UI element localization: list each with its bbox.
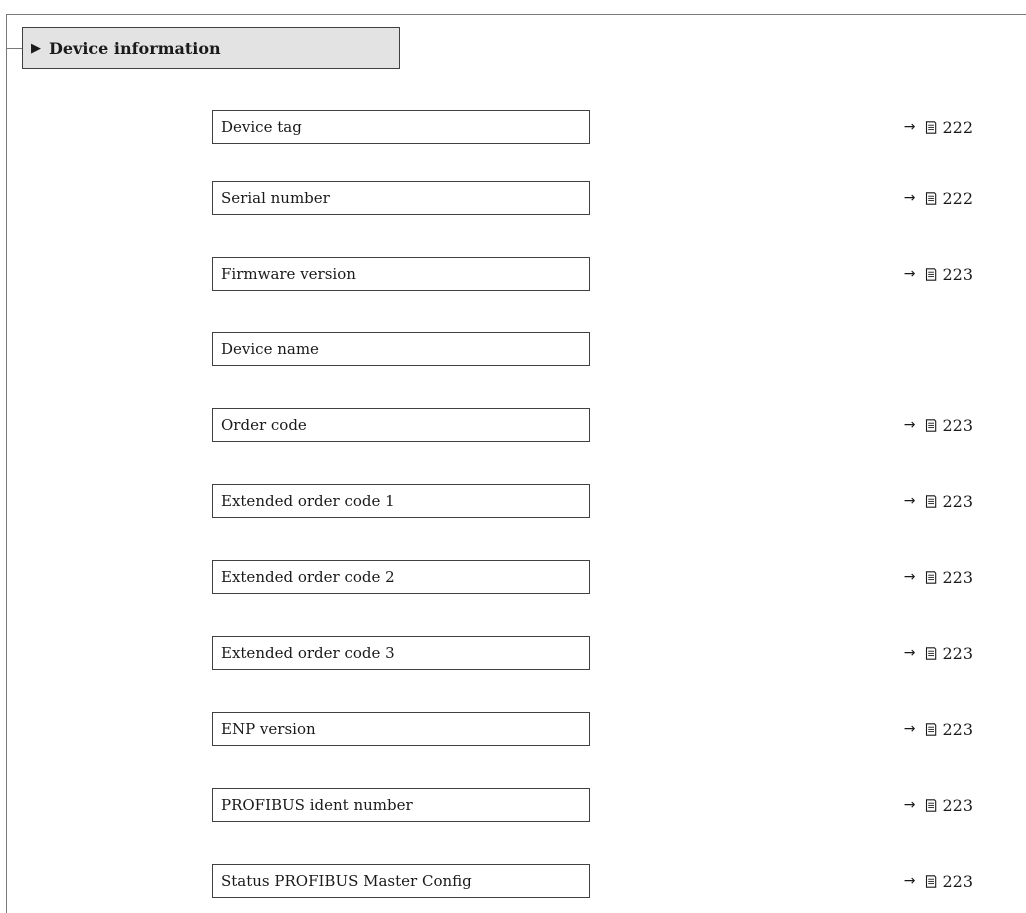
arrow-right-icon: →: [903, 119, 916, 135]
page-number: 223: [942, 264, 973, 284]
book-page-icon: [926, 191, 937, 205]
arrow-right-icon: →: [903, 493, 916, 509]
parameter-box[interactable]: Status PROFIBUS Master Config: [212, 864, 590, 898]
page-reference-link[interactable]: → 223: [904, 636, 973, 670]
page-number: 223: [942, 415, 973, 435]
header-connector-line: [7, 48, 22, 49]
parameter-label: PROFIBUS ident number: [221, 796, 413, 814]
page-reference-link[interactable]: → 223: [904, 257, 973, 291]
parameter-box[interactable]: Extended order code 3: [212, 636, 590, 670]
book-page-icon: [926, 646, 937, 660]
book-page-icon: [926, 570, 937, 584]
page-number: 223: [942, 643, 973, 663]
parameter-label: Extended order code 3: [221, 644, 395, 662]
section-header-device-information[interactable]: ▶ Device information: [22, 27, 400, 69]
arrow-right-icon: →: [903, 873, 916, 889]
parameter-label: Status PROFIBUS Master Config: [221, 872, 472, 890]
parameter-box[interactable]: PROFIBUS ident number: [212, 788, 590, 822]
page-reference-link[interactable]: → 223: [904, 864, 973, 898]
book-page-icon: [926, 494, 937, 508]
book-page-icon: [926, 798, 937, 812]
arrow-right-icon: →: [903, 190, 916, 206]
arrow-right-icon: →: [903, 797, 916, 813]
arrow-right-icon: →: [903, 569, 916, 585]
page-reference-link[interactable]: → 223: [904, 484, 973, 518]
page-number: 223: [942, 567, 973, 587]
parameter-box[interactable]: Firmware version: [212, 257, 590, 291]
page-reference-link[interactable]: → 222: [904, 110, 973, 144]
parameter-box[interactable]: Serial number: [212, 181, 590, 215]
book-page-icon: [926, 722, 937, 736]
parameter-label: Order code: [221, 416, 307, 434]
page-reference-link[interactable]: → 223: [904, 560, 973, 594]
parameter-box[interactable]: Order code: [212, 408, 590, 442]
page-number: 223: [942, 871, 973, 891]
parameter-label: Extended order code 2: [221, 568, 395, 586]
parameter-label: Firmware version: [221, 265, 356, 283]
parameter-label: Extended order code 1: [221, 492, 395, 510]
parameter-label: Device name: [221, 340, 319, 358]
parameter-label: Device tag: [221, 118, 302, 136]
arrow-right-icon: →: [903, 266, 916, 282]
frame-top-border: [6, 14, 1026, 15]
page-reference-link[interactable]: → 223: [904, 712, 973, 746]
parameter-box[interactable]: ENP version: [212, 712, 590, 746]
parameter-box[interactable]: Device name: [212, 332, 590, 366]
page-number: 222: [942, 117, 973, 137]
frame-left-border: [6, 14, 7, 913]
arrow-right-icon: →: [903, 417, 916, 433]
triangle-right-icon: ▶: [31, 40, 41, 56]
page-number: 223: [942, 795, 973, 815]
parameter-box[interactable]: Device tag: [212, 110, 590, 144]
parameter-box[interactable]: Extended order code 1: [212, 484, 590, 518]
page-number: 223: [942, 719, 973, 739]
page-reference-link[interactable]: → 223: [904, 408, 973, 442]
page-reference-link[interactable]: → 222: [904, 181, 973, 215]
arrow-right-icon: →: [903, 721, 916, 737]
section-title: Device information: [49, 38, 221, 58]
book-page-icon: [926, 267, 937, 281]
page-number: 223: [942, 491, 973, 511]
page-number: 222: [942, 188, 973, 208]
page-reference-link[interactable]: → 223: [904, 788, 973, 822]
parameter-box[interactable]: Extended order code 2: [212, 560, 590, 594]
book-page-icon: [926, 120, 937, 134]
arrow-right-icon: →: [903, 645, 916, 661]
parameter-label: Serial number: [221, 189, 330, 207]
book-page-icon: [926, 418, 937, 432]
book-page-icon: [926, 874, 937, 888]
parameter-label: ENP version: [221, 720, 316, 738]
